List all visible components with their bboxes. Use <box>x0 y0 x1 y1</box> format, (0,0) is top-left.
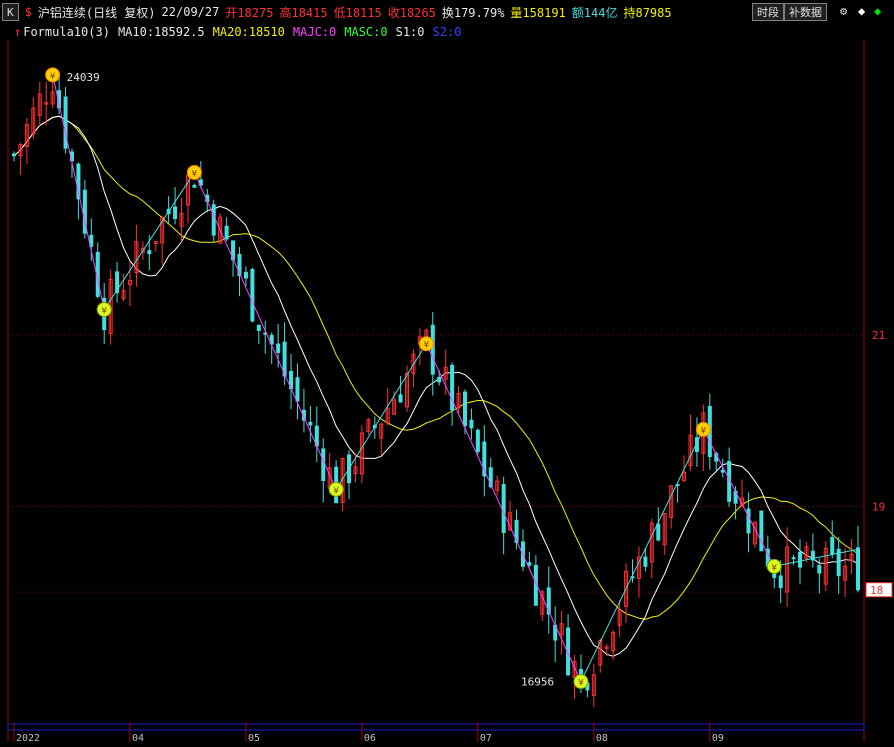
candle-body <box>256 324 261 331</box>
hold-label: 持87985 <box>623 5 672 20</box>
period-button[interactable]: K <box>2 3 19 21</box>
marker-glyph: ¥ <box>50 72 56 82</box>
candle-body <box>308 421 313 426</box>
candle-body <box>643 556 648 567</box>
majc-label: MAJC:0 <box>292 25 337 39</box>
marker-glyph: ¥ <box>333 486 339 496</box>
candle-body <box>276 343 281 353</box>
open-price: 开18275 <box>225 5 274 20</box>
candle-body <box>147 250 152 255</box>
close-price: 收18265 <box>387 5 436 20</box>
date-label: 22/09/27 <box>161 5 220 19</box>
ma10-label: MA10:18592.5 <box>117 25 205 39</box>
x-tick-label: 04 <box>132 733 144 744</box>
marker-glyph: ¥ <box>192 169 198 179</box>
up-arrow-icon: ↑ <box>14 25 22 39</box>
marker-glyph: ¥ <box>771 563 777 573</box>
y-tick-label: 19 <box>872 500 885 513</box>
candle-body <box>720 469 725 473</box>
candle-body <box>656 523 661 541</box>
zigzag-line <box>52 74 105 310</box>
zigzag-line <box>193 172 337 490</box>
zigzag-line <box>580 429 704 682</box>
turnover-rate: 换179.79% <box>441 5 505 20</box>
zigzag-line <box>103 172 195 310</box>
diamond-white-icon[interactable]: ◆ <box>858 4 865 18</box>
candle-body <box>856 547 860 591</box>
candle-body <box>12 153 16 157</box>
candle-body <box>437 376 442 383</box>
x-tick-label: 06 <box>364 733 376 744</box>
x-tick-label: 09 <box>712 733 724 744</box>
x-tick-label: 08 <box>596 733 608 744</box>
candle-body <box>462 391 467 427</box>
high-price: 高18415 <box>279 5 328 20</box>
x-tick-label: 05 <box>248 733 260 744</box>
candle-body <box>469 419 474 429</box>
marker-glyph: ¥ <box>701 426 707 436</box>
amount-label: 额144亿 <box>571 5 618 20</box>
y-tick-label: 21 <box>872 329 885 342</box>
candle-body <box>527 562 532 566</box>
candle-body <box>224 225 229 240</box>
candle-body <box>192 184 197 188</box>
candle-body <box>501 484 506 534</box>
ma20-label: MA20:18510 <box>212 25 285 39</box>
ma20-line <box>13 115 859 620</box>
formula-label: Formula10(3) <box>23 25 110 39</box>
dollar-icon: $ <box>24 5 32 19</box>
candle-body <box>250 269 255 322</box>
candle-body <box>295 377 300 402</box>
s1-label: S1:0 <box>395 25 425 39</box>
indicator-legend: ↑ Formula10(3) MA10:18592.5 MA20:18510 M… <box>14 24 469 40</box>
last-price-label: 18 <box>870 584 883 597</box>
zigzag-line <box>335 343 427 490</box>
candle-body <box>173 206 178 220</box>
x-axis-band <box>7 723 865 731</box>
candle-body <box>321 448 326 481</box>
marker-glyph: ¥ <box>578 679 584 689</box>
candle-body <box>817 565 822 574</box>
low-price: 低18115 <box>333 5 382 20</box>
marker-glyph: ¥ <box>101 306 107 316</box>
marker-glyph: ¥ <box>423 341 429 351</box>
candle-body <box>778 575 783 589</box>
candle-body <box>430 324 435 375</box>
x-tick-label: 07 <box>480 733 492 744</box>
candle-body <box>759 510 764 552</box>
x-tick-label: 2022 <box>16 733 40 744</box>
candlestick-chart[interactable]: 21 19 18 2022 04 05 06 07 08 09 ¥ ¥ ¥ ¥ ¥ ¥ ¥ ¥24039 16956… <box>0 40 894 747</box>
low-price-annotation: 16956 <box>521 676 554 689</box>
gear-icon[interactable]: ⚙ <box>840 4 847 18</box>
candle-body <box>398 394 403 403</box>
high-price-annotation: 24039 <box>67 71 100 84</box>
candle-body <box>830 536 835 555</box>
s2-label: S2:0 <box>432 25 462 39</box>
symbol-title: 沪铝连续(日线 复权) <box>37 5 156 20</box>
diamond-green-icon[interactable]: ◆ <box>874 4 881 18</box>
candle-body <box>475 429 480 452</box>
zigzag-line <box>702 429 775 567</box>
masc-label: MASC:0 <box>344 25 388 39</box>
fill-data-button[interactable]: 补数据 <box>784 3 827 21</box>
zigzag-line <box>425 343 582 682</box>
candle-body <box>791 557 796 560</box>
candle-body <box>211 204 216 236</box>
candle-body <box>746 508 751 534</box>
candle-body <box>243 271 248 279</box>
candle-body <box>798 551 803 568</box>
time-period-button[interactable]: 时段 <box>752 3 784 21</box>
ma10-line <box>13 115 859 657</box>
top-toolbar: K $ 沪铝连续(日线 复权) 22/09/27 开18275 高18415 低… <box>0 0 894 24</box>
volume-label: 量158191 <box>510 5 566 20</box>
